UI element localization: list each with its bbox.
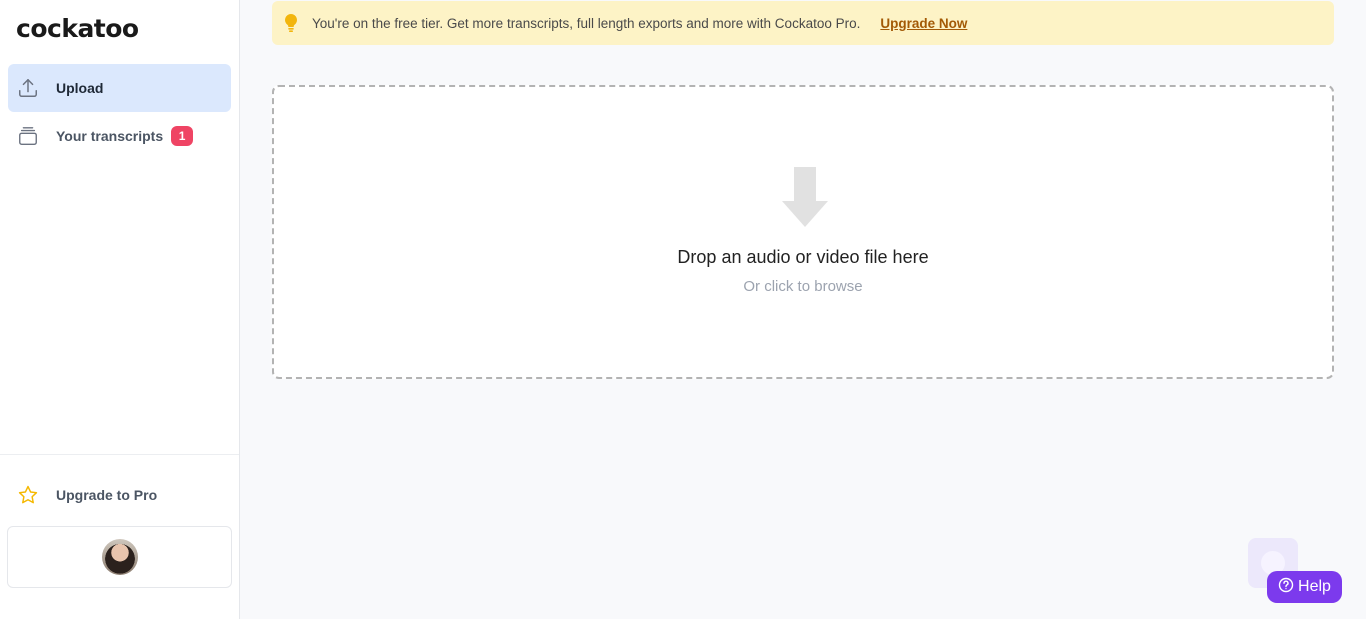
- down-arrow-icon: [782, 167, 828, 227]
- dropzone-subtitle: Or click to browse: [743, 278, 863, 295]
- help-label: Help: [1298, 578, 1331, 595]
- sidebar-item-upload[interactable]: Upload: [8, 64, 231, 112]
- sidebar-divider: [0, 454, 239, 455]
- dropzone-title: Drop an audio or video file here: [677, 247, 929, 267]
- sidebar-item-transcripts[interactable]: Your transcripts 1: [8, 112, 231, 160]
- file-dropzone[interactable]: Drop an audio or video file here Or clic…: [272, 85, 1334, 379]
- app-root: cockatoo Upload Your transcripts 1 Upgra…: [0, 0, 1366, 619]
- sidebar-item-label: Your transcripts: [56, 128, 164, 144]
- sidebar-item-label: Upload: [56, 80, 104, 96]
- upgrade-label: Upgrade to Pro: [56, 487, 158, 503]
- avatar[interactable]: [101, 539, 138, 575]
- transcripts-count-badge: 1: [171, 126, 194, 146]
- sidebar: cockatoo Upload Your transcripts 1 Upgra…: [0, 0, 240, 619]
- star-icon: [16, 483, 40, 507]
- upgrade-to-pro-link[interactable]: Upgrade to Pro: [8, 472, 231, 518]
- layers-icon: [16, 124, 40, 148]
- lightbulb-icon: [282, 12, 300, 34]
- question-circle-icon: [1278, 577, 1294, 598]
- profile-card[interactable]: [7, 526, 232, 588]
- upgrade-now-link[interactable]: Upgrade Now: [880, 16, 967, 31]
- help-button[interactable]: Help: [1267, 571, 1342, 603]
- free-tier-banner: You're on the free tier. Get more transc…: [272, 1, 1334, 45]
- upload-icon: [16, 76, 40, 100]
- banner-message: You're on the free tier. Get more transc…: [312, 15, 861, 31]
- logo[interactable]: cockatoo: [16, 14, 139, 43]
